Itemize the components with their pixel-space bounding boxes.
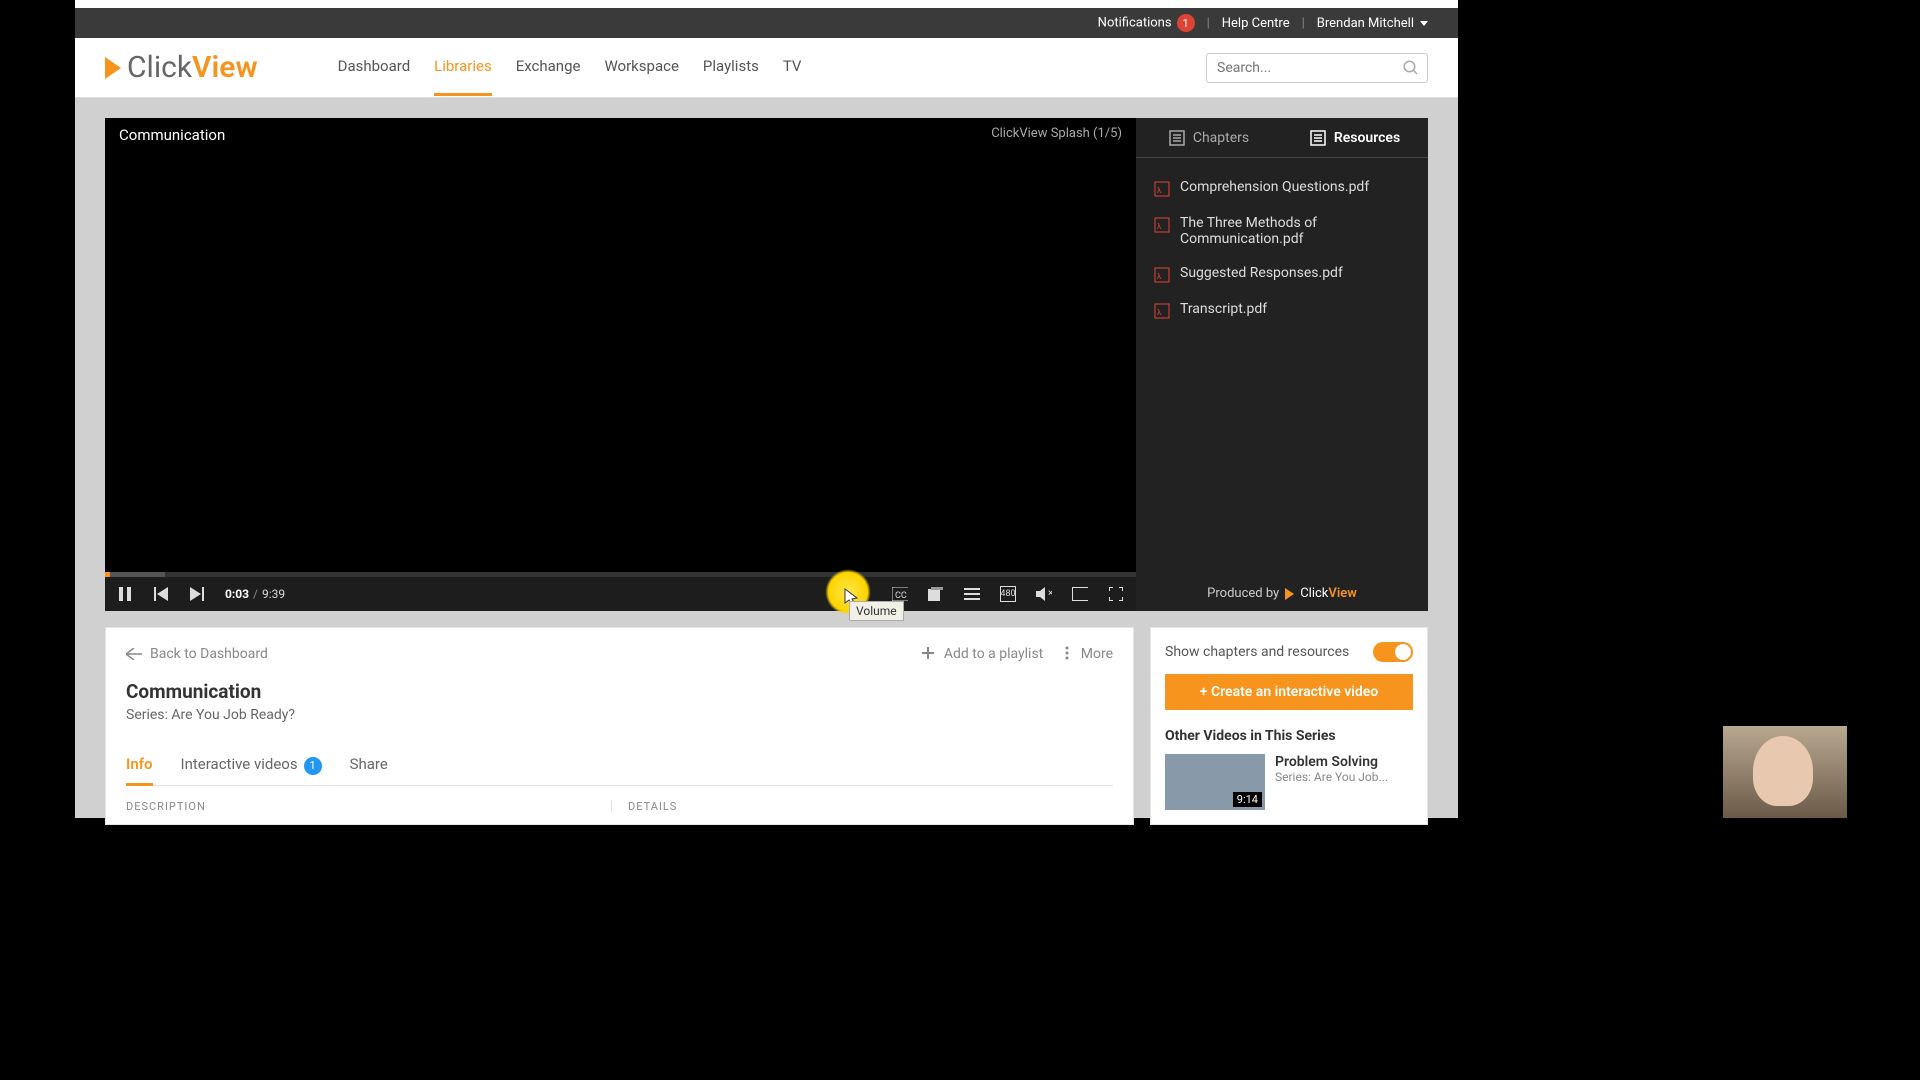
main-nav: Dashboard Libraries Exchange Workspace P… [338, 39, 802, 96]
tab-chapters-label: Chapters [1193, 130, 1249, 146]
separator: | [1302, 16, 1305, 31]
nav-playlists[interactable]: Playlists [703, 39, 759, 96]
svg-text:CC: CC [895, 591, 907, 601]
pdf-icon: λ [1154, 181, 1170, 197]
chapters-icon[interactable] [928, 586, 944, 602]
toggle-label: Show chapters and resources [1165, 644, 1349, 660]
video-title: Communication [119, 126, 225, 144]
resource-item[interactable]: λ Comprehension Questions.pdf [1136, 170, 1428, 206]
next-icon[interactable] [189, 586, 205, 602]
logo-text: Click [127, 50, 192, 85]
tab-resources-label: Resources [1334, 130, 1400, 146]
video-series-label: Series: Are You Job Ready? [126, 707, 1113, 723]
search-box [1206, 53, 1428, 83]
pdf-icon: λ [1154, 217, 1170, 233]
description-heading: DESCRIPTION [126, 800, 611, 813]
tab-info[interactable]: Info [126, 745, 153, 785]
tab-chapters[interactable]: Chapters [1136, 118, 1282, 157]
details-heading: DETAILS [611, 800, 1113, 813]
resource-item[interactable]: λ The Three Methods of Communication.pdf [1136, 206, 1428, 256]
playlist-icon[interactable] [964, 586, 980, 602]
fullscreen-icon[interactable] [1108, 586, 1124, 602]
search-input[interactable] [1206, 53, 1428, 83]
nav-workspace[interactable]: Workspace [604, 39, 678, 96]
main-header: ClickView Dashboard Libraries Exchange W… [75, 38, 1458, 98]
logo[interactable]: ClickView [105, 50, 258, 85]
notifications-link[interactable]: Notifications1 [1098, 14, 1195, 32]
play-triangle-icon [1285, 588, 1294, 600]
tab-interactive-videos[interactable]: Interactive videos1 [181, 745, 322, 785]
player-controls: 0:03/9:39 CC 480 × Volume [105, 577, 1136, 611]
produced-by: Produced by ClickView [1136, 576, 1428, 611]
player-sidebar: Chapters Resources λ Comprehension Quest… [1136, 118, 1428, 611]
nav-libraries[interactable]: Libraries [434, 39, 492, 96]
video-thumbnail: 9:14 [1165, 754, 1265, 810]
resource-item[interactable]: λ Suggested Responses.pdf [1136, 256, 1428, 292]
back-to-dashboard-link[interactable]: Back to Dashboard [126, 646, 268, 662]
create-interactive-video-button[interactable]: + Create an interactive video [1165, 674, 1413, 710]
plus-icon [922, 647, 934, 659]
more-vertical-icon [1065, 646, 1069, 660]
cc-icon[interactable]: CC [892, 586, 908, 602]
resource-item[interactable]: λ Transcript.pdf [1136, 292, 1428, 328]
search-icon[interactable] [1402, 59, 1420, 77]
other-videos-heading: Other Videos in This Series [1165, 728, 1413, 744]
series-item-title: Problem Solving [1275, 754, 1388, 770]
resource-label: Suggested Responses.pdf [1180, 265, 1343, 281]
video-viewport[interactable] [105, 152, 1136, 572]
volume-tooltip: Volume [849, 601, 904, 621]
previous-icon[interactable] [153, 586, 169, 602]
series-video-item[interactable]: 9:14 Problem Solving Series: Are You Job… [1165, 754, 1413, 810]
chevron-down-icon [1420, 21, 1428, 26]
pdf-icon: λ [1154, 303, 1170, 319]
play-triangle-icon [105, 57, 121, 79]
more-button[interactable]: More [1065, 646, 1113, 662]
quality-button[interactable]: 480 [1000, 586, 1016, 602]
right-panel: Show chapters and resources + Create an … [1150, 627, 1428, 825]
svg-text:λ: λ [1157, 308, 1162, 317]
splash-indicator: ClickView Splash (1/5) [991, 126, 1122, 144]
arrow-left-icon [126, 648, 142, 660]
duration-badge: 9:14 [1233, 792, 1262, 807]
video-page-title: Communication [126, 680, 1113, 703]
interactive-count-badge: 1 [304, 757, 322, 775]
resource-list: λ Comprehension Questions.pdf λ The Thre… [1136, 158, 1428, 340]
nav-dashboard[interactable]: Dashboard [338, 39, 411, 96]
nav-tv[interactable]: TV [783, 39, 802, 96]
tab-share[interactable]: Share [350, 745, 388, 785]
pdf-icon: λ [1154, 267, 1170, 283]
add-to-playlist-button[interactable]: Add to a playlist [922, 646, 1043, 662]
tab-resources[interactable]: Resources [1282, 118, 1428, 157]
svg-text:λ: λ [1157, 272, 1162, 281]
resource-label: Transcript.pdf [1180, 301, 1267, 317]
theater-icon[interactable] [1072, 586, 1088, 602]
svg-text:×: × [1048, 588, 1052, 599]
pause-icon[interactable] [117, 586, 133, 602]
player-title-bar: Communication ClickView Splash (1/5) [105, 118, 1136, 152]
video-player-card: Communication ClickView Splash (1/5) 0:0… [105, 118, 1428, 611]
svg-text:λ: λ [1157, 186, 1162, 195]
volume-icon[interactable]: × [1036, 586, 1052, 602]
time-display: 0:03/9:39 [225, 587, 285, 601]
resource-label: The Three Methods of Communication.pdf [1180, 215, 1410, 247]
picture-in-picture-presenter [1723, 726, 1847, 818]
user-menu[interactable]: Brendan Mitchell [1317, 16, 1428, 31]
separator: | [1207, 16, 1210, 31]
resource-label: Comprehension Questions.pdf [1180, 179, 1369, 195]
video-info-card: Back to Dashboard Add to a playlist More [105, 627, 1134, 825]
nav-exchange[interactable]: Exchange [516, 39, 581, 96]
utility-bar: Notifications1 | Help Centre | Brendan M… [75, 8, 1458, 38]
notification-count-badge: 1 [1177, 14, 1195, 32]
svg-text:λ: λ [1157, 222, 1162, 231]
chapters-resources-toggle[interactable] [1373, 642, 1413, 662]
logo-text-accent: View [192, 50, 258, 85]
help-centre-link[interactable]: Help Centre [1222, 16, 1290, 31]
series-item-subtitle: Series: Are You Job... [1275, 770, 1388, 784]
